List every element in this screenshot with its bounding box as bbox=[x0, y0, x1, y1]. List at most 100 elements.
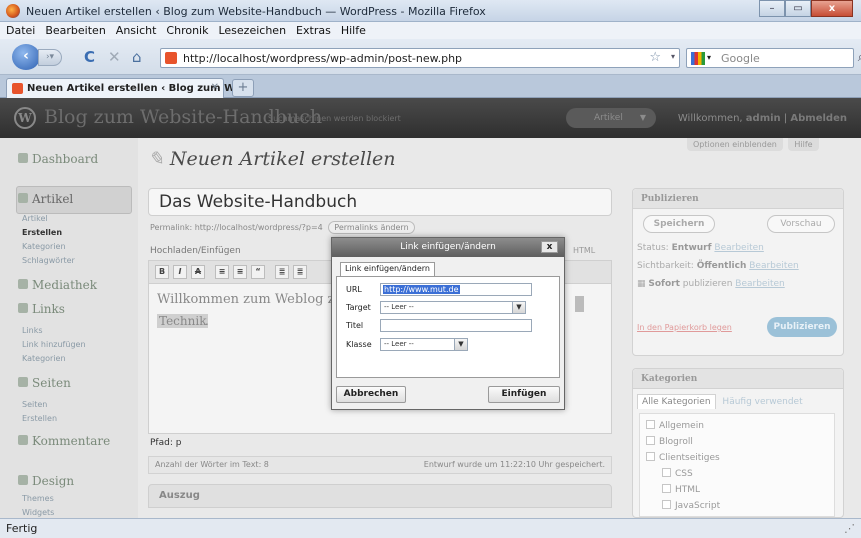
sidebar-sub-seiten[interactable]: Seiten bbox=[22, 400, 47, 409]
publish-button[interactable]: Publizieren bbox=[767, 317, 837, 337]
dialog-titlebar[interactable]: Link einfügen/ändern x bbox=[332, 238, 564, 257]
history-dropdown-icon[interactable]: ▾ bbox=[671, 52, 675, 61]
category-item[interactable]: CSS bbox=[662, 468, 693, 479]
favorite-actions-button[interactable]: Artikel ▼ bbox=[566, 108, 656, 128]
category-item[interactable]: Blogroll bbox=[646, 436, 693, 447]
insert-button[interactable]: Einfügen bbox=[488, 386, 560, 403]
category-checkbox[interactable] bbox=[646, 452, 655, 461]
title-input[interactable] bbox=[380, 319, 532, 332]
sidebar-sub-kategorien[interactable]: Kategorien bbox=[22, 242, 66, 251]
category-item[interactable]: Allgemein bbox=[646, 420, 704, 431]
sidebar-item-dashboard[interactable]: Dashboard bbox=[18, 152, 98, 166]
tab-html[interactable]: HTML bbox=[573, 246, 595, 255]
address-url[interactable]: http://localhost/wordpress/wp-admin/post… bbox=[183, 52, 462, 65]
search-engine-dropdown-icon[interactable]: ▾ bbox=[707, 53, 711, 62]
menu-bearbeiten[interactable]: Bearbeiten bbox=[45, 24, 105, 37]
category-checkbox[interactable] bbox=[646, 420, 655, 429]
sidebar-item-artikel[interactable]: Artikel bbox=[18, 192, 73, 206]
target-select[interactable]: -- Leer -- ▼ bbox=[380, 301, 526, 314]
sidebar-item-seiten[interactable]: Seiten bbox=[18, 376, 71, 390]
post-title-field[interactable]: Das Website-Handbuch bbox=[148, 188, 612, 216]
sidebar-item-links[interactable]: Links bbox=[18, 302, 65, 316]
sidebar-item-kommentare[interactable]: Kommentare bbox=[18, 434, 110, 448]
address-bar[interactable]: http://localhost/wordpress/wp-admin/post… bbox=[160, 48, 680, 68]
editor-text[interactable]: Willkommen zum Weblog zu bbox=[157, 292, 343, 307]
categories-box-header[interactable]: Kategorien bbox=[633, 369, 843, 389]
permalink-url[interactable]: http://localhost/wordpress/?p=4 bbox=[195, 223, 323, 232]
minimize-button[interactable]: – bbox=[759, 0, 785, 17]
sidebar-sub-seiten-erstellen[interactable]: Erstellen bbox=[22, 414, 57, 423]
category-item[interactable]: HTML bbox=[662, 484, 700, 495]
selected-word[interactable]: Technik bbox=[159, 314, 206, 328]
tab-most-used[interactable]: Häufig verwendet bbox=[722, 397, 802, 407]
trash-link[interactable]: In den Papierkorb legen bbox=[637, 323, 732, 332]
change-permalink-button[interactable]: Permalinks ändern bbox=[328, 221, 415, 234]
class-select[interactable]: -- Leer -- ▼ bbox=[380, 338, 468, 351]
wordpress-logo-icon[interactable]: W bbox=[14, 107, 36, 129]
category-item[interactable]: Clientseitiges bbox=[646, 452, 720, 463]
preview-button[interactable]: Vorschau bbox=[767, 215, 835, 233]
search-engines-blocked-note[interactable]: Suchmaschinen werden blockiert bbox=[268, 114, 401, 123]
screen-options-button[interactable]: Optionen einblenden bbox=[687, 138, 783, 151]
help-button[interactable]: Hilfe bbox=[788, 138, 819, 151]
url-value[interactable]: http://www.mut.de bbox=[383, 285, 460, 294]
editor-text-end[interactable]: . bbox=[205, 314, 209, 328]
sidebar-sub-schlagwoerter[interactable]: Schlagwörter bbox=[22, 256, 75, 265]
back-button[interactable]: ‹ bbox=[12, 44, 40, 70]
tab-close-icon[interactable]: ✕ bbox=[211, 82, 219, 93]
bold-button[interactable]: B bbox=[155, 265, 169, 279]
google-icon[interactable] bbox=[691, 52, 705, 65]
bullet-list-button[interactable]: ≡ bbox=[215, 265, 229, 279]
reload-icon[interactable]: C bbox=[84, 49, 95, 65]
sidebar-sub-link-hinzufuegen[interactable]: Link hinzufügen bbox=[22, 340, 86, 349]
align-left-button[interactable]: ≣ bbox=[275, 265, 289, 279]
close-window-button[interactable]: x bbox=[811, 0, 853, 17]
sidebar-sub-widgets[interactable]: Widgets bbox=[22, 508, 54, 517]
numbered-list-button[interactable]: ≡ bbox=[233, 265, 247, 279]
italic-button[interactable]: I bbox=[173, 265, 187, 279]
category-item[interactable]: JavaScript bbox=[662, 500, 720, 511]
dialog-close-button[interactable]: x bbox=[541, 241, 558, 253]
sidebar-sub-themes[interactable]: Themes bbox=[22, 494, 54, 503]
sidebar-sub-artikel[interactable]: Artikel bbox=[22, 214, 48, 223]
menu-lesezeichen[interactable]: Lesezeichen bbox=[218, 24, 286, 37]
edit-publish-time-link[interactable]: Bearbeiten bbox=[735, 279, 784, 289]
chevron-down-icon[interactable]: ▼ bbox=[512, 302, 525, 313]
chevron-down-icon[interactable]: ▼ bbox=[454, 339, 467, 350]
menu-chronik[interactable]: Chronik bbox=[166, 24, 208, 37]
category-checkbox[interactable] bbox=[662, 500, 671, 509]
sidebar-item-design[interactable]: Design bbox=[18, 474, 74, 488]
category-checkbox[interactable] bbox=[662, 468, 671, 477]
save-draft-button[interactable]: Speichern bbox=[643, 215, 715, 233]
post-title-value[interactable]: Das Website-Handbuch bbox=[159, 192, 357, 212]
sidebar-item-mediathek[interactable]: Mediathek bbox=[18, 278, 97, 292]
logout-link[interactable]: Abmelden bbox=[790, 113, 847, 124]
url-input[interactable]: http://www.mut.de bbox=[380, 283, 532, 296]
category-checkbox[interactable] bbox=[646, 436, 655, 445]
menu-ansicht[interactable]: Ansicht bbox=[116, 24, 157, 37]
excerpt-box[interactable]: Auszug bbox=[148, 484, 612, 508]
category-checkbox[interactable] bbox=[662, 484, 671, 493]
blockquote-button[interactable]: “ bbox=[251, 265, 265, 279]
search-box[interactable]: ▾ Google ⌕ bbox=[686, 48, 861, 68]
menu-hilfe[interactable]: Hilfe bbox=[341, 24, 366, 37]
editor-selected-text[interactable]: Technik bbox=[157, 314, 209, 328]
edit-status-link[interactable]: Bearbeiten bbox=[714, 243, 763, 253]
strikethrough-button[interactable]: A bbox=[191, 265, 205, 279]
menu-datei[interactable]: Datei bbox=[6, 24, 35, 37]
tab-active[interactable]: Neuen Artikel erstellen ‹ Blog zum W... … bbox=[6, 78, 246, 98]
menu-extras[interactable]: Extras bbox=[296, 24, 331, 37]
resize-grip-icon[interactable]: ⋰ bbox=[844, 522, 855, 535]
cancel-button[interactable]: Abbrechen bbox=[336, 386, 406, 403]
user-link[interactable]: admin bbox=[746, 113, 781, 124]
new-tab-button[interactable]: + bbox=[232, 79, 254, 97]
align-center-button[interactable]: ≣ bbox=[293, 265, 307, 279]
bookmark-star-icon[interactable]: ☆ bbox=[649, 50, 661, 65]
sidebar-sub-erstellen[interactable]: Erstellen bbox=[22, 228, 62, 237]
forward-button[interactable]: ›▾ bbox=[38, 49, 62, 66]
maximize-button[interactable]: ▭ bbox=[785, 0, 811, 17]
edit-visibility-link[interactable]: Bearbeiten bbox=[749, 261, 798, 271]
sidebar-sub-link-kategorien[interactable]: Kategorien bbox=[22, 354, 66, 363]
stop-icon[interactable]: ✕ bbox=[108, 49, 121, 65]
sidebar-sub-links[interactable]: Links bbox=[22, 326, 43, 335]
